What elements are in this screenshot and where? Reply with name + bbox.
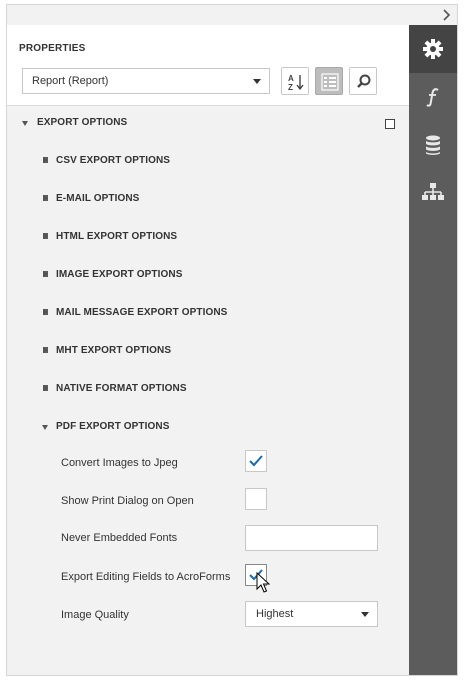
properties-header: PROPERTIES Report (Report) A Z	[7, 25, 409, 106]
chevron-right-icon	[43, 347, 48, 353]
properties-content: PROPERTIES Report (Report) A Z EXPORT OP…	[7, 25, 409, 675]
object-selector-value: Report (Report)	[32, 75, 109, 87]
page-title: PROPERTIES	[19, 43, 86, 54]
svg-text:A: A	[288, 74, 294, 83]
chevron-right-icon	[43, 271, 48, 277]
export-options-group[interactable]: EXPORT OPTIONS	[7, 113, 409, 133]
property-image-quality: Image Quality Highest	[7, 601, 409, 631]
group-label: MAIL MESSAGE EXPORT OPTIONS	[56, 307, 228, 318]
chevron-down-icon	[361, 612, 369, 617]
search-icon	[357, 74, 371, 88]
group-label: E-MAIL OPTIONS	[56, 193, 140, 204]
group-mht-export-options[interactable]: MHT EXPORT OPTIONS	[7, 341, 409, 361]
tab-properties[interactable]	[409, 25, 457, 73]
chevron-down-icon	[42, 425, 48, 430]
group-native-format-options[interactable]: NATIVE FORMAT OPTIONS	[7, 379, 409, 399]
categories-icon	[321, 73, 339, 91]
group-label: CSV EXPORT OPTIONS	[56, 155, 171, 166]
chevron-right-icon	[43, 157, 48, 163]
group-image-export-options[interactable]: IMAGE EXPORT OPTIONS	[7, 265, 409, 285]
group-label: PDF EXPORT OPTIONS	[56, 421, 170, 432]
show-print-dialog-checkbox[interactable]	[245, 488, 267, 510]
panel-top-bar	[7, 5, 457, 25]
group-label: IMAGE EXPORT OPTIONS	[56, 269, 183, 280]
group-mail-message-export-options[interactable]: MAIL MESSAGE EXPORT OPTIONS	[7, 303, 409, 323]
svg-text:Z: Z	[288, 83, 293, 91]
function-icon	[426, 88, 439, 107]
gear-icon	[423, 39, 443, 59]
collapse-all-icon[interactable]	[385, 119, 395, 129]
tab-field-list[interactable]	[409, 121, 457, 169]
chevron-right-icon	[43, 309, 48, 315]
tab-expressions[interactable]	[409, 73, 457, 121]
group-pdf-export-options[interactable]: PDF EXPORT OPTIONS	[7, 417, 409, 437]
search-button[interactable]	[349, 67, 377, 95]
group-csv-export-options[interactable]: CSV EXPORT OPTIONS	[7, 151, 409, 171]
property-label: Show Print Dialog on Open	[61, 495, 194, 507]
side-tab-bar	[409, 25, 457, 675]
never-embedded-fonts-input[interactable]	[245, 525, 378, 551]
convert-images-checkbox[interactable]	[245, 450, 267, 472]
property-label: Never Embedded Fonts	[61, 532, 178, 544]
property-export-editing-fields: Export Editing Fields to AcroForms	[7, 564, 409, 594]
group-html-export-options[interactable]: HTML EXPORT OPTIONS	[7, 227, 409, 247]
property-show-print-dialog: Show Print Dialog on Open	[7, 488, 409, 518]
group-label: HTML EXPORT OPTIONS	[56, 231, 178, 242]
checkmark-icon	[249, 455, 263, 467]
property-convert-images-to-jpeg: Convert Images to Jpeg	[7, 450, 409, 480]
image-quality-value: Highest	[256, 608, 294, 620]
tab-report-explorer[interactable]	[409, 169, 457, 217]
chevron-down-icon	[22, 121, 28, 126]
image-quality-select[interactable]: Highest	[245, 601, 378, 627]
group-label: NATIVE FORMAT OPTIONS	[56, 383, 187, 394]
group-email-options[interactable]: E-MAIL OPTIONS	[7, 189, 409, 209]
sort-alphabetical-button[interactable]: A Z	[281, 67, 309, 95]
database-icon	[426, 135, 440, 155]
properties-panel-frame: PROPERTIES Report (Report) A Z EXPORT OP…	[6, 4, 458, 676]
property-label: Image Quality	[61, 609, 129, 621]
chevron-right-icon	[43, 195, 48, 201]
chevron-right-icon	[43, 385, 48, 391]
group-label: MHT EXPORT OPTIONS	[56, 345, 172, 356]
report-explorer-icon	[422, 183, 444, 200]
export-options-label: EXPORT OPTIONS	[37, 117, 128, 128]
mouse-pointer-icon	[256, 572, 270, 593]
property-label: Export Editing Fields to AcroForms	[61, 571, 231, 583]
sort-alphabetical-icon: A Z	[288, 74, 304, 91]
chevron-right-icon[interactable]	[441, 8, 453, 22]
property-label: Convert Images to Jpeg	[61, 457, 178, 469]
object-selector[interactable]: Report (Report)	[22, 68, 270, 94]
chevron-down-icon	[253, 79, 261, 84]
property-never-embedded-fonts: Never Embedded Fonts	[7, 525, 409, 555]
chevron-right-icon	[43, 233, 48, 239]
categories-button[interactable]	[315, 67, 343, 95]
